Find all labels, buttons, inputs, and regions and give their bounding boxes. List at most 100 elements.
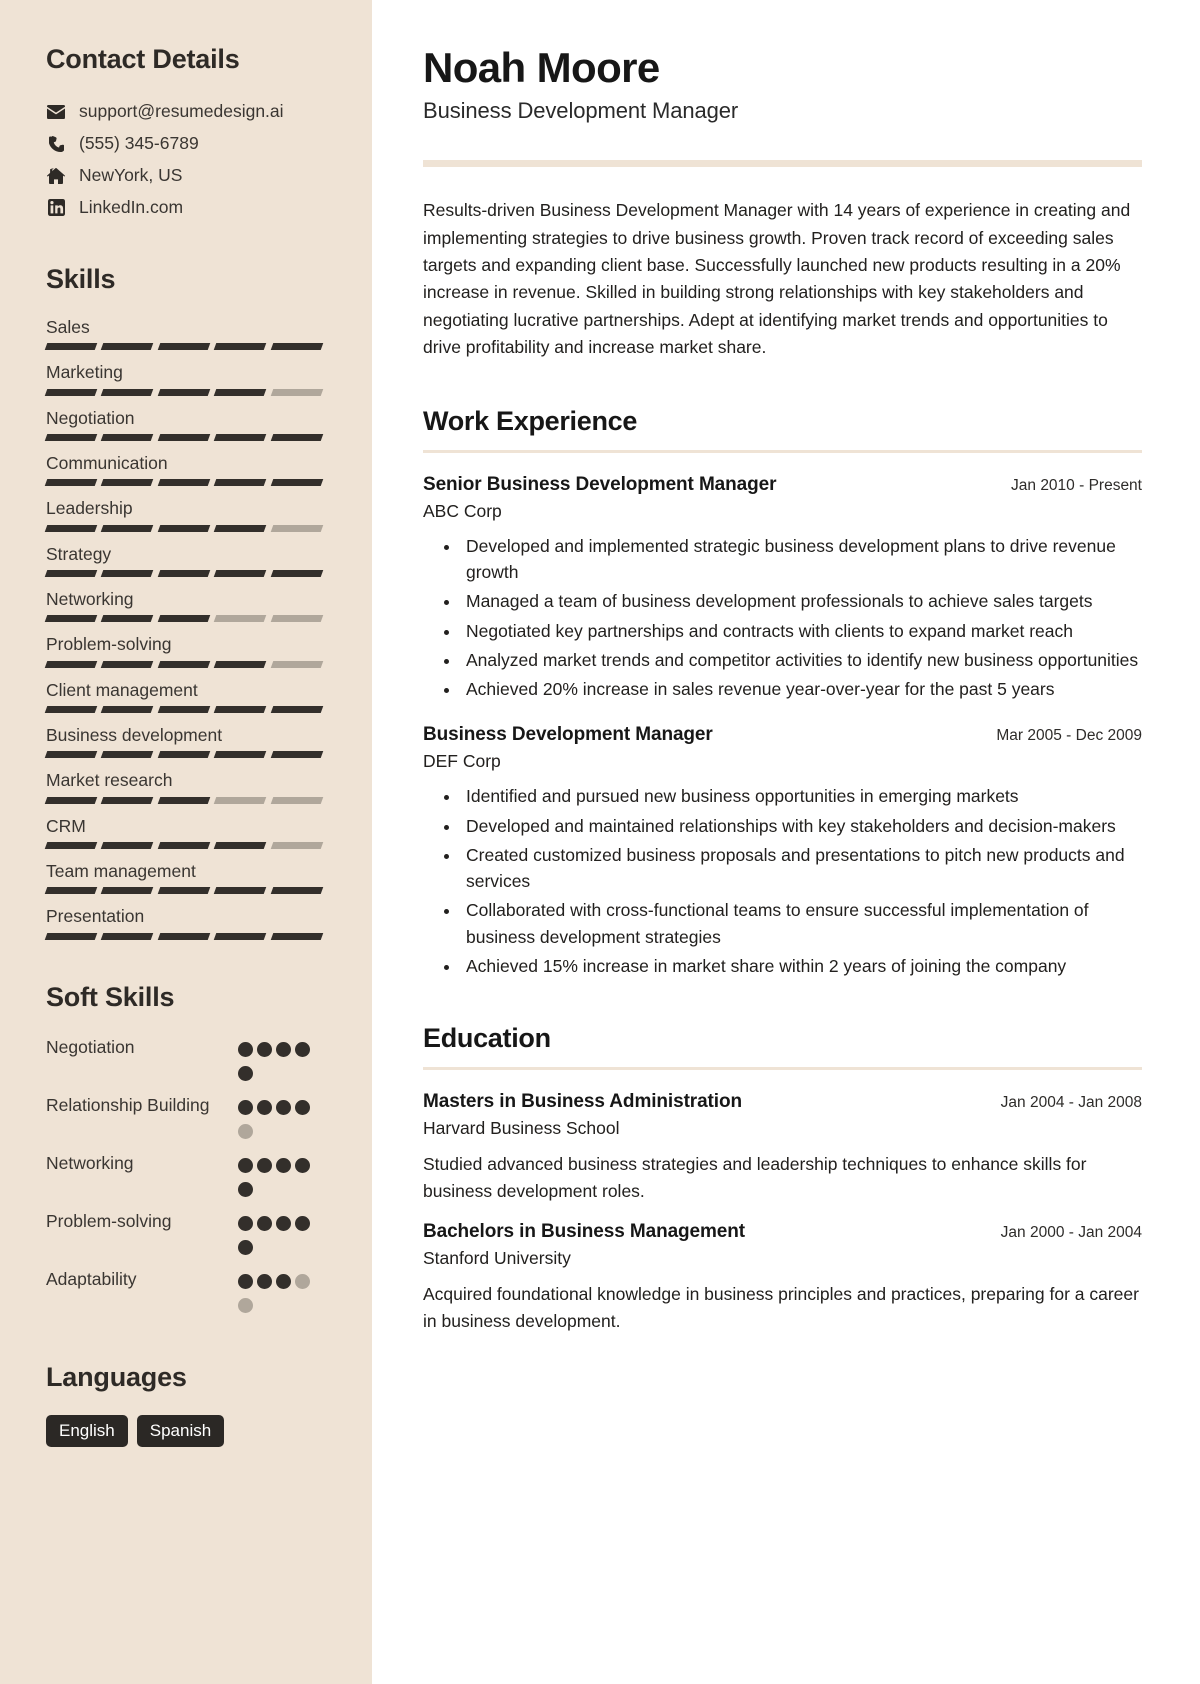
skill-bar-segment (213, 479, 267, 487)
resume-page: Contact Details support@resumedesign.ai (… (0, 0, 1200, 1684)
soft-skill-rating (238, 1215, 314, 1264)
rating-dot (238, 1273, 253, 1289)
soft-skill-row: Negotiation (46, 1035, 342, 1090)
skill-bar-segment (101, 706, 155, 714)
list-item: Developed and maintained relationships w… (461, 813, 1142, 839)
skill-bar-segment (213, 343, 267, 351)
phone-icon (46, 135, 66, 153)
education-entry-date: Jan 2000 - Jan 2004 (1000, 1224, 1142, 1242)
rating-dot (276, 1215, 291, 1231)
skill-bar-segment (270, 524, 324, 532)
languages-heading: Languages (46, 1361, 187, 1392)
soft-skill-row: Networking (46, 1151, 342, 1206)
education-heading: Education (423, 1023, 551, 1054)
skill-bar-segment (213, 796, 267, 804)
skill-bar-segment (157, 388, 211, 396)
skill-label: Marketing (46, 362, 123, 383)
soft-skill-label: Networking (46, 1152, 134, 1173)
work-entry-header: Business Development Manager Mar 2005 - D… (423, 724, 1142, 746)
skill-bar-segment (270, 842, 324, 850)
skill-bar-segment (270, 887, 324, 895)
skill-level-bar (44, 524, 324, 532)
skill-level-bar (44, 796, 324, 804)
rating-dot (257, 1041, 272, 1057)
skill-bar-segment (101, 796, 155, 804)
rating-dot (257, 1157, 272, 1173)
skills-list: Sales Marketing Negotiation Communication Le… (44, 317, 342, 940)
soft-skill-rating (238, 1099, 314, 1148)
contact-item[interactable]: (555) 345-6789 (46, 133, 342, 154)
skill-bar-segment (270, 343, 324, 351)
rating-dot (238, 1157, 253, 1173)
language-tag[interactable]: Spanish (136, 1414, 225, 1447)
skill-label: CRM (46, 815, 86, 836)
list-item: Identified and pursued new business oppo… (461, 783, 1142, 809)
skill-bar-segment (44, 796, 98, 804)
soft-skill-row: Problem-solving (46, 1209, 342, 1264)
skill-bar-segment (101, 887, 155, 895)
contact-item[interactable]: LinkedIn.com (46, 197, 342, 218)
contact-list: support@resumedesign.ai (555) 345-6789 New… (46, 101, 342, 218)
skill-bar-segment (101, 388, 155, 396)
skill-bar-segment (157, 343, 211, 351)
skill-bar-segment (213, 887, 267, 895)
work-entry-date: Jan 2010 - Present (1011, 476, 1142, 494)
soft-skill-row: Relationship Building (46, 1093, 342, 1148)
skill-label: Networking (46, 589, 134, 610)
professional-summary: Results-driven Business Development Mana… (423, 200, 1131, 358)
work-entry-bullets: Identified and pursued new business oppo… (445, 783, 1142, 979)
soft-skill-label: Relationship Building (46, 1094, 210, 1115)
skill-bar-segment (44, 570, 98, 578)
skill-bar-segment (157, 887, 211, 895)
skill-bar-segment (213, 660, 267, 668)
skill-bar-segment (157, 570, 211, 578)
rating-dot (238, 1099, 253, 1115)
skill-bar-segment (213, 570, 267, 578)
skill-level-bar (44, 343, 324, 351)
list-item: Developed and implemented strategic busi… (461, 533, 1142, 586)
skill-bar-segment (157, 615, 211, 623)
skill-bar-segment (270, 479, 324, 487)
skill-bar-segment (44, 660, 98, 668)
skill-bar-segment (157, 479, 211, 487)
work-entry-company: ABC Corp (423, 500, 502, 521)
skill-level-bar (44, 887, 324, 895)
skill-label: Leadership (46, 498, 133, 519)
rating-dot (238, 1239, 253, 1255)
skill-bar-segment (157, 842, 211, 850)
contact-item[interactable]: NewYork, US (46, 165, 342, 186)
work-entry: Senior Business Development Manager Jan 2… (423, 474, 1142, 703)
skill-bar-segment (44, 343, 98, 351)
skill-bar-segment (270, 660, 324, 668)
work-entry-company: DEF Corp (423, 751, 501, 772)
skill-bar-segment (213, 388, 267, 396)
contact-details-heading: Contact Details (46, 44, 240, 74)
education-entry-degree: Bachelors in Business Management (423, 1221, 746, 1243)
rating-dot (276, 1157, 291, 1173)
skill-bar-segment (213, 751, 267, 759)
soft-skill-label: Negotiation (46, 1036, 135, 1057)
skill-bar-segment (101, 842, 155, 850)
rating-dot (295, 1273, 310, 1289)
soft-skills-list: Negotiation Relationship Building Networki… (46, 1035, 342, 1322)
contact-item[interactable]: support@resumedesign.ai (46, 101, 342, 122)
skill-bar-segment (44, 932, 98, 940)
education-entry-school: Stanford University (423, 1248, 571, 1269)
skill-bar-segment (270, 932, 324, 940)
skill-bar-segment (44, 842, 98, 850)
skill-label: Market research (46, 770, 173, 791)
language-tag[interactable]: English (46, 1414, 128, 1447)
education-entry: Bachelors in Business Management Jan 2000… (423, 1221, 1142, 1334)
education-list: Masters in Business Administration Jan 20… (423, 1091, 1142, 1334)
linkedin-icon (46, 199, 66, 217)
skill-bar-segment (44, 434, 98, 442)
email-icon (46, 103, 66, 121)
skill-bar-segment (157, 524, 211, 532)
skill-bar-segment (101, 343, 155, 351)
skill-bar-segment (213, 842, 267, 850)
contact-item-value: NewYork, US (79, 165, 183, 185)
skill-label: Problem-solving (46, 634, 172, 655)
header-divider (423, 160, 1142, 168)
skill-bar-segment (213, 615, 267, 623)
soft-skill-label: Problem-solving (46, 1210, 172, 1231)
